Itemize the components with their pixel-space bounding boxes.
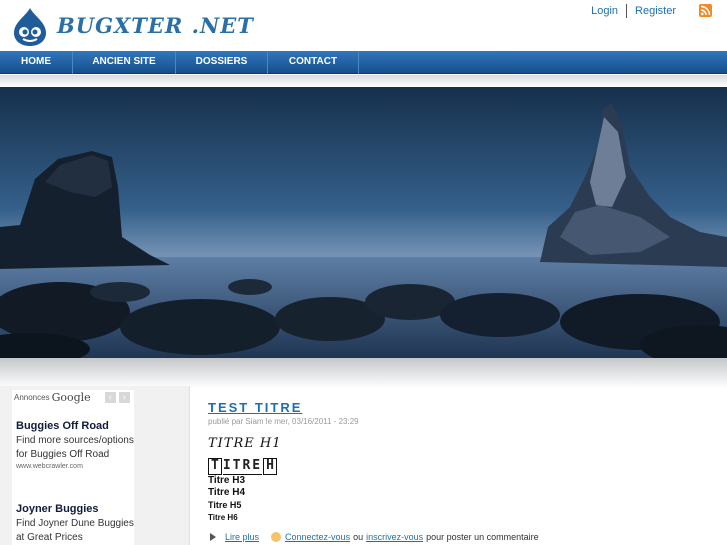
site-header: BUGXTER .NET Login Register [0,0,727,52]
banner-shadow [0,358,727,388]
nav-item-home[interactable]: HOME [0,51,73,74]
heading-h2-boxed: T ITRE H [208,458,708,475]
main-content: TEST TITRE publié par Siam le mer, 03/16… [208,400,708,542]
site-logo-text[interactable]: BUGXTER .NET [57,13,254,38]
heading-h4: Titre H4 [208,487,246,498]
heading-box-letter: H [263,458,277,475]
comment-text: pour poster un commentaire [426,532,539,542]
bullet-arrow-icon [210,533,216,541]
next-arrow-icon[interactable]: › [118,392,130,403]
post-meta: publié par Siam le mer, 03/16/2011 - 23:… [208,417,359,426]
ad-title[interactable]: Buggies Off Road [16,420,134,432]
register-link[interactable]: Register [627,5,684,18]
ad-label: Annonces [14,393,50,402]
nav-item-ancien-site[interactable]: ANCIEN SITE [73,51,176,74]
drupal-drop-icon[interactable] [12,7,48,47]
ad-text[interactable]: Find more sources/options for Buggies Of… [16,434,134,462]
read-more-link[interactable]: Lire plus [225,532,259,542]
or-text: ou [353,532,364,542]
nav-item-contact[interactable]: CONTACT [268,51,359,74]
nav-shadow [0,75,727,87]
user-links: Login Register [583,4,684,18]
heading-h6: Titre H6 [208,513,238,522]
comment-login-link[interactable]: Connectez-vous [285,532,350,542]
heading-middle-text: ITRE [222,458,263,475]
ad-text[interactable]: Find Joyner Dune Buggies at Great Prices [16,517,134,545]
ad-title[interactable]: Joyner Buggies [16,503,134,515]
heading-box-letter: T [208,458,222,475]
heading-h3: Titre H3 [208,475,246,486]
ad-brand[interactable]: Google [52,391,91,404]
ad-url[interactable]: www.webcrawler.com [16,463,134,470]
rss-icon[interactable] [699,4,712,17]
login-icon [271,532,282,542]
ad-header: Annonces Google ‹ › [12,390,134,405]
comment-register-link[interactable]: inscrivez-vous [366,532,423,542]
nav-item-dossiers[interactable]: DOSSIERS [176,51,268,74]
prev-arrow-icon[interactable]: ‹ [104,392,116,403]
seascape-illustration [0,87,727,358]
google-ad-box: Annonces Google ‹ › Buggies Off Road Fin… [12,390,134,545]
login-link[interactable]: Login [583,5,626,18]
main-nav: HOME ANCIEN SITE DOSSIERS CONTACT [0,51,727,74]
heading-h5: Titre H5 [208,500,242,510]
sidebar: Annonces Google ‹ › Buggies Off Road Fin… [0,386,190,545]
heading-h1-decorative: TITRE H1 [208,436,282,451]
post-links: Lire plus Connectez-vous ou inscrivez-vo… [208,532,708,542]
post-title[interactable]: TEST TITRE [208,400,708,415]
header-banner-image [0,87,727,358]
